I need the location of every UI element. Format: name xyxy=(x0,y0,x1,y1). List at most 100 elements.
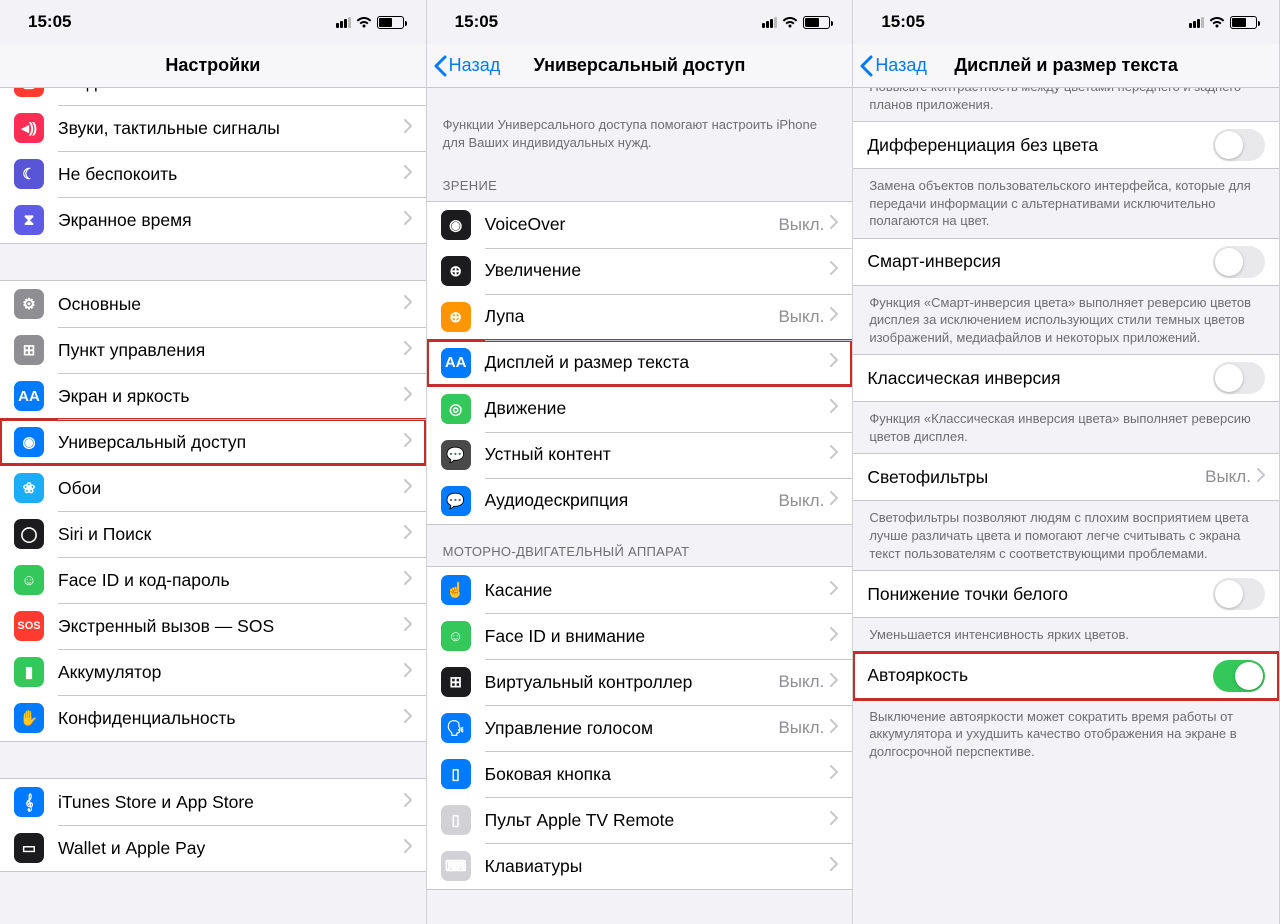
list-item[interactable]: ⌨ Клавиатуры xyxy=(427,843,853,889)
accessibility-scroll[interactable]: Функции Универсального доступа помогают … xyxy=(427,88,853,924)
list-item[interactable]: ◉Универсальный доступ xyxy=(0,419,426,465)
notif-icon: ▢ xyxy=(14,88,44,97)
list-item[interactable]: ▭ Wallet и Apple Pay xyxy=(0,825,426,871)
chevron-right-icon xyxy=(830,719,838,738)
list-item[interactable]: ⚙Основные xyxy=(0,281,426,327)
list-item[interactable]: ⊕Увеличение xyxy=(427,248,853,294)
row-value: Выкл. xyxy=(778,718,824,738)
list-item[interactable]: 🗣Управление голосомВыкл. xyxy=(427,705,853,751)
toggle-switch[interactable] xyxy=(1213,660,1265,692)
list-item[interactable]: ▢Уведомления xyxy=(0,88,426,105)
list-item[interactable]: SOSЭкстренный вызов — SOS xyxy=(0,603,426,649)
battery-icon xyxy=(1230,16,1257,29)
row-label: Face ID и внимание xyxy=(485,626,831,647)
list-item[interactable]: ▮Аккумулятор xyxy=(0,649,426,695)
row-value: Выкл. xyxy=(778,672,824,692)
row-label: Пульт Apple TV Remote xyxy=(485,810,831,831)
settings-scroll[interactable]: ▢Уведомления◂⸩Звуки, тактильные сигналы☾… xyxy=(0,88,426,924)
display-text-scroll[interactable]: Повысьте контрастность между цветами пер… xyxy=(853,88,1279,924)
list-item[interactable]: ☺Face ID и внимание xyxy=(427,613,853,659)
row-value: Выкл. xyxy=(1205,467,1251,487)
list-item[interactable]: 💬АудиодескрипцияВыкл. xyxy=(427,478,853,524)
list-item[interactable]: ◎ Движение xyxy=(427,386,853,432)
chevron-right-icon xyxy=(404,88,412,92)
list-item[interactable]: ⊞Пункт управления xyxy=(0,327,426,373)
list-item[interactable]: 💬Устный контент xyxy=(427,432,853,478)
list-item[interactable]: ◂⸩Звуки, тактильные сигналы xyxy=(0,105,426,151)
chevron-right-icon xyxy=(404,119,412,138)
list-item[interactable]: ⊞Виртуальный контроллерВыкл. xyxy=(427,659,853,705)
wallet-icon: ▭ xyxy=(14,833,44,863)
back-button[interactable]: Назад xyxy=(859,44,927,87)
list-item[interactable]: Автояркость xyxy=(853,653,1279,699)
list-item[interactable]: AAДисплей и размер текста xyxy=(427,340,853,386)
status-right xyxy=(761,15,830,29)
toggle-switch[interactable] xyxy=(1213,129,1265,161)
row-label: Siri и Поиск xyxy=(58,524,404,545)
list-item[interactable]: Смарт-инверсия xyxy=(853,239,1279,285)
list-item[interactable]: Понижение точки белого xyxy=(853,571,1279,617)
status-bar: 15:05 xyxy=(0,0,426,44)
section-footer: Выключение автояркости может сократить в… xyxy=(853,700,1279,769)
list-item[interactable]: ◉VoiceOverВыкл. xyxy=(427,202,853,248)
toggle-switch[interactable] xyxy=(1213,362,1265,394)
list-item[interactable]: ⧗Экранное время xyxy=(0,197,426,243)
list-item[interactable]: ❀Обои xyxy=(0,465,426,511)
signal-icon xyxy=(1188,17,1204,28)
list-item[interactable]: ▯Боковая кнопка xyxy=(427,751,853,797)
toggle-switch[interactable] xyxy=(1213,578,1265,610)
row-label: Основные xyxy=(58,294,404,315)
keyboard-icon: ⌨ xyxy=(441,851,471,881)
status-time: 15:05 xyxy=(881,12,924,32)
status-bar: 15:05 xyxy=(853,0,1279,44)
row-label: Дисплей и размер текста xyxy=(485,352,831,373)
switch-icon: ⊞ xyxy=(441,667,471,697)
list-item[interactable]: ▯Пульт Apple TV Remote xyxy=(427,797,853,843)
row-label: Понижение точки белого xyxy=(867,584,1213,605)
list-item[interactable]: Дифференциация без цвета xyxy=(853,122,1279,168)
settings-group: 𝄞iTunes Store и App Store ▭ Wallet и Apple… xyxy=(0,778,426,872)
list-item[interactable]: AAЭкран и яркость xyxy=(0,373,426,419)
wifi-icon xyxy=(1208,15,1226,29)
row-label: Wallet и Apple Pay xyxy=(58,838,404,859)
chevron-right-icon xyxy=(404,165,412,184)
toggle-switch[interactable] xyxy=(1213,246,1265,278)
row-label: Классическая инверсия xyxy=(867,368,1213,389)
row-label: Устный контент xyxy=(485,444,831,465)
section-vision: ЗРЕНИЕ xyxy=(427,159,853,201)
chevron-right-icon xyxy=(830,353,838,372)
row-value: Выкл. xyxy=(778,307,824,327)
row-label: Дифференциация без цвета xyxy=(867,135,1213,156)
list-item[interactable]: 𝄞iTunes Store и App Store xyxy=(0,779,426,825)
list-item[interactable]: ☝Касание xyxy=(427,567,853,613)
nav-header: Назад Универсальный доступ xyxy=(427,44,853,88)
chevron-right-icon xyxy=(830,673,838,692)
row-label: Движение xyxy=(485,398,831,419)
back-button[interactable]: Назад xyxy=(433,44,501,87)
status-right xyxy=(1188,15,1257,29)
battery-icon xyxy=(803,16,830,29)
list-item[interactable]: ✋Конфиденциальность xyxy=(0,695,426,741)
row-label: Экранное время xyxy=(58,210,404,231)
chevron-right-icon xyxy=(830,261,838,280)
battery-icon xyxy=(377,16,404,29)
row-label: Конфиденциальность xyxy=(58,708,404,729)
row-label: VoiceOver xyxy=(485,214,779,235)
list-item[interactable]: ⊕ЛупаВыкл. xyxy=(427,294,853,340)
sounds-icon: ◂⸩ xyxy=(14,113,44,143)
list-item[interactable]: СветофильтрыВыкл. xyxy=(853,454,1279,500)
section-footer: Повысьте контрастность между цветами пер… xyxy=(853,88,1279,121)
motion-icon: ◎ xyxy=(441,394,471,424)
list-item[interactable]: ◯Siri и Поиск xyxy=(0,511,426,557)
status-bar: 15:05 xyxy=(427,0,853,44)
row-label: Экстренный вызов — SOS xyxy=(58,616,404,637)
list-item[interactable]: Классическая инверсия xyxy=(853,355,1279,401)
row-label: Пункт управления xyxy=(58,340,404,361)
pane-display-text: 15:05 Назад Дисплей и размер текста Повы… xyxy=(853,0,1280,924)
list-item[interactable]: ☺Face ID и код-пароль xyxy=(0,557,426,603)
row-label: Клавиатуры xyxy=(485,856,831,877)
row-label: Касание xyxy=(485,580,831,601)
signal-icon xyxy=(761,17,777,28)
pane-settings: 15:05 Настройки ▢Уведомления◂⸩Звуки, так… xyxy=(0,0,427,924)
list-item[interactable]: ☾Не беспокоить xyxy=(0,151,426,197)
